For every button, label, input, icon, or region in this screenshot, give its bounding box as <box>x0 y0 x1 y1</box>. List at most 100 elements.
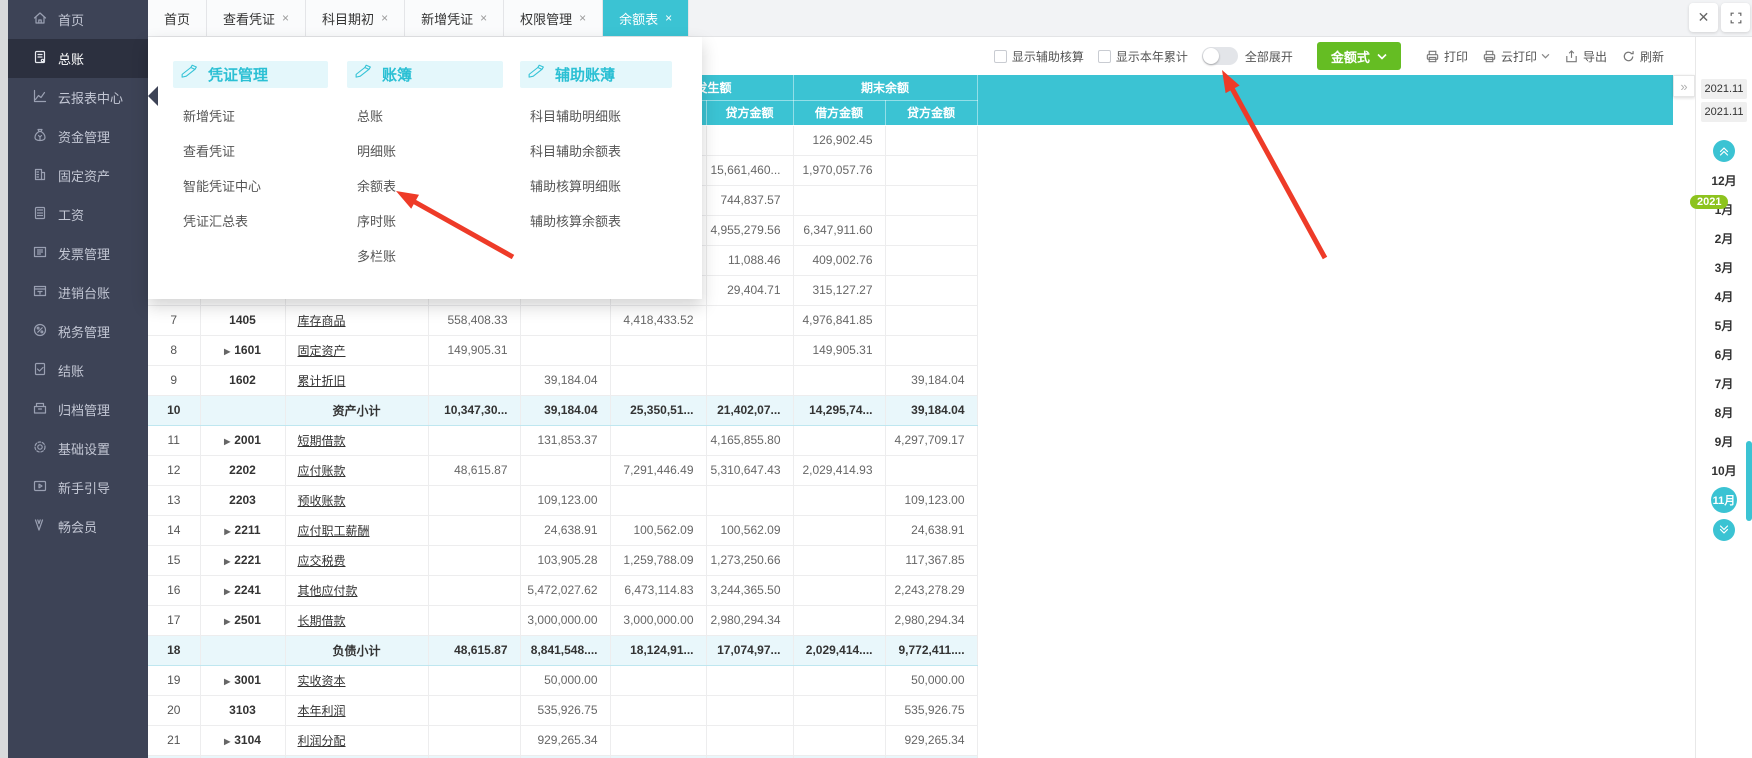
checkbox-icon[interactable] <box>1097 49 1111 63</box>
tab-view-voucher[interactable]: 查看凭证 × <box>207 0 307 36</box>
menu-item[interactable]: 新增凭证 <box>173 98 328 133</box>
account-name-link[interactable]: 预收账款 <box>298 494 346 508</box>
expand-arrow-icon[interactable]: ▶ <box>224 527 230 536</box>
close-button[interactable]: ✕ <box>1689 3 1718 32</box>
amount-cell: 409,002.76 <box>793 245 886 276</box>
sidebar-item-funds[interactable]: 资金管理 <box>8 117 148 156</box>
tab-close-icon[interactable]: × <box>579 11 586 25</box>
expand-arrow-icon[interactable]: ▶ <box>224 677 230 686</box>
account-name-link[interactable]: 本年利润 <box>298 704 346 718</box>
month-item[interactable]: 12月 <box>1696 166 1752 195</box>
tab-close-icon[interactable]: × <box>381 11 388 25</box>
sidebar-item-cloud-reports[interactable]: 云报表中心 <box>8 78 148 117</box>
account-name-link[interactable]: 实收资本 <box>298 674 346 688</box>
account-name-link[interactable]: 固定资产 <box>298 344 346 358</box>
amount-cell <box>428 575 521 606</box>
sidebar-item-general-ledger[interactable]: 总账 <box>8 39 148 78</box>
menu-item[interactable]: 多栏账 <box>347 238 503 273</box>
month-item[interactable]: 4月 <box>1696 282 1752 311</box>
scroll-down-button[interactable] <box>1713 519 1735 541</box>
fullscreen-button[interactable] <box>1721 3 1750 32</box>
checkbox-icon[interactable] <box>993 49 1007 63</box>
period-box[interactable]: 2021.11 <box>1701 102 1747 122</box>
cloud-print-button[interactable]: 云打印 <box>1482 48 1550 65</box>
amount-cell: 100,562.09 <box>610 515 707 546</box>
sidebar-item-archive[interactable]: 归档管理 <box>8 390 148 429</box>
account-name-link[interactable]: 库存商品 <box>298 314 346 328</box>
tab-home[interactable]: 首页 <box>148 0 208 36</box>
sidebar-item-home[interactable]: 首页 <box>8 0 148 39</box>
menu-item[interactable]: 明细账 <box>347 133 503 168</box>
sidebar-item-salary[interactable]: 工资 <box>8 195 148 234</box>
menu-item[interactable]: 查看凭证 <box>173 133 328 168</box>
tab-subject-opening[interactable]: 科目期初 × <box>306 0 406 36</box>
checkbox-show-ytd[interactable]: 显示本年累计 <box>1097 48 1188 65</box>
checkbox-show-auxiliary[interactable]: 显示辅助核算 <box>993 48 1084 65</box>
expand-arrow-icon[interactable]: ▶ <box>224 437 230 446</box>
expand-all-toggle[interactable] <box>1201 47 1238 65</box>
account-name-link[interactable]: 累计折旧 <box>298 374 346 388</box>
account-name-link[interactable]: 应交税费 <box>298 554 346 568</box>
sidebar-item-closing[interactable]: 结账 <box>8 351 148 390</box>
toggle-knob[interactable] <box>1202 48 1219 64</box>
menu-item[interactable]: 总账 <box>347 98 503 133</box>
menu-item[interactable]: 智能凭证中心 <box>173 168 328 203</box>
tab-new-voucher[interactable]: 新增凭证 × <box>405 0 505 36</box>
menu-item[interactable]: 科目辅助明细账 <box>520 98 672 133</box>
month-item[interactable]: 8月 <box>1696 398 1752 427</box>
month-item[interactable]: 5月 <box>1696 311 1752 340</box>
month-item[interactable]: 2月 <box>1696 224 1752 253</box>
expand-arrow-icon[interactable]: ▶ <box>224 587 230 596</box>
sidebar-item-tax[interactable]: 税务管理 <box>8 312 148 351</box>
expand-arrow-icon[interactable]: ▶ <box>224 617 230 626</box>
sidebar-item-guide[interactable]: 新手引导 <box>8 468 148 507</box>
export-button[interactable]: 导出 <box>1564 48 1607 65</box>
menu-item[interactable]: 序时账 <box>347 203 503 238</box>
print-button[interactable]: 打印 <box>1425 48 1468 65</box>
sidebar-nav: 首页 总账 云报表中心 资金管理 固定资产 工资 发票管理 进销台账 税务管理 结账 归档管理 基础设… <box>8 0 148 546</box>
tab-balance-sheet[interactable]: 余额表 × <box>603 0 690 36</box>
amount-cell <box>428 365 521 396</box>
sidebar-item-purchase-sale[interactable]: 进销台账 <box>8 273 148 312</box>
expand-arrow-icon[interactable]: ▶ <box>224 557 230 566</box>
menu-item[interactable]: 辅助核算明细账 <box>520 168 672 203</box>
menu-item[interactable]: 余额表 <box>347 168 503 203</box>
account-code: 2202 <box>229 463 256 477</box>
account-name-link[interactable]: 短期借款 <box>298 434 346 448</box>
month-item-selected[interactable]: 11月 <box>1711 487 1737 513</box>
account-name-link[interactable]: 应付职工薪酬 <box>298 524 370 538</box>
sidebar-item-member[interactable]: 畅会员 <box>8 507 148 546</box>
checkbox-label: 显示本年累计 <box>1115 49 1188 64</box>
sidebar-item-settings[interactable]: 基础设置 <box>8 429 148 468</box>
tab-close-icon[interactable]: × <box>665 11 672 25</box>
expand-arrow-icon[interactable]: ▶ <box>224 737 230 746</box>
sidebar-item-fixed-assets[interactable]: 固定资产 <box>8 156 148 195</box>
tab-close-icon[interactable]: × <box>282 11 289 25</box>
tab-permission[interactable]: 权限管理 × <box>504 0 604 36</box>
expand-arrow-icon[interactable]: ▶ <box>224 347 230 356</box>
account-name-link[interactable]: 长期借款 <box>298 614 346 628</box>
table-row: 16 ▶ 2241 其他应付款 5,472,027.62 6,473,114.83 3,24… <box>148 575 1674 606</box>
month-item[interactable]: 7月 <box>1696 369 1752 398</box>
sidebar-item-invoice[interactable]: 发票管理 <box>8 234 148 273</box>
scroll-up-button[interactable] <box>1713 140 1735 162</box>
account-name-link[interactable]: 利润分配 <box>298 734 346 748</box>
amount-format-button[interactable]: 金额式 <box>1316 42 1401 70</box>
month-item[interactable]: 6月 <box>1696 340 1752 369</box>
scrollbar-thumb[interactable] <box>1746 441 1752 521</box>
row-filler <box>977 395 1674 425</box>
collapse-panel-tab[interactable]: » <box>1673 75 1695 97</box>
month-item[interactable]: 9月 <box>1696 427 1752 456</box>
menu-item[interactable]: 科目辅助余额表 <box>520 133 672 168</box>
refresh-button[interactable]: 刷新 <box>1621 48 1664 65</box>
month-item[interactable]: 10月 <box>1696 456 1752 485</box>
tab-close-icon[interactable]: × <box>480 11 487 25</box>
menu-item[interactable]: 辅助核算余额表 <box>520 203 672 238</box>
account-name-link[interactable]: 其他应付款 <box>298 584 358 598</box>
month-item[interactable]: 3月 <box>1696 253 1752 282</box>
period-box[interactable]: 2021.11 <box>1701 79 1747 99</box>
account-name-link[interactable]: 应付账款 <box>298 464 346 478</box>
sidebar-collapse-handle[interactable] <box>148 86 158 106</box>
menu-item[interactable]: 凭证汇总表 <box>173 203 328 238</box>
row-number-cell: 10 <box>148 394 201 426</box>
